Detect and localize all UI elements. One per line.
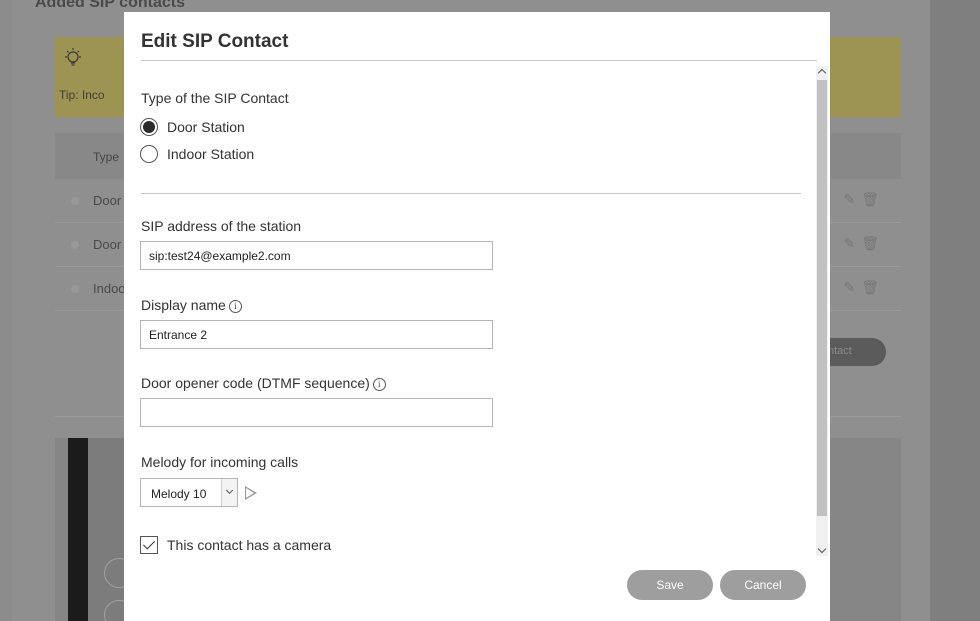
melody-selected-value: Melody 10 bbox=[151, 487, 207, 501]
pencil-icon[interactable]: ✎ bbox=[843, 279, 861, 295]
background-right-strip bbox=[930, 0, 980, 621]
door-opener-label: Door opener code (DTMF sequence) i bbox=[141, 375, 386, 391]
camera-checkbox[interactable] bbox=[140, 536, 158, 554]
camera-checkbox-label: This contact has a camera bbox=[167, 537, 332, 553]
section-divider bbox=[141, 193, 801, 194]
scroll-down-icon[interactable] bbox=[816, 544, 828, 556]
title-divider bbox=[141, 60, 817, 61]
melody-label: Melody for incoming calls bbox=[141, 454, 299, 470]
info-icon[interactable]: i bbox=[372, 377, 386, 391]
display-name-input[interactable] bbox=[140, 320, 493, 349]
display-name-text: Display name bbox=[141, 297, 226, 313]
background-left-strip bbox=[0, 0, 12, 621]
chevron-down-icon[interactable] bbox=[221, 479, 237, 506]
radio-button[interactable] bbox=[140, 118, 158, 136]
lightbulb-icon bbox=[65, 48, 81, 66]
scroll-up-icon[interactable] bbox=[816, 66, 828, 78]
dialog-title: Edit SIP Contact bbox=[141, 31, 289, 52]
radio-label: Indoor Station bbox=[167, 146, 255, 162]
radio-door-station[interactable]: Door Station bbox=[140, 118, 245, 136]
type-column-header: Type bbox=[93, 150, 120, 164]
pencil-icon[interactable]: ✎ bbox=[843, 191, 861, 207]
sip-address-input[interactable] bbox=[140, 241, 493, 270]
device-screen bbox=[88, 438, 128, 621]
dialog-scrollbar[interactable] bbox=[816, 66, 828, 556]
status-dot bbox=[71, 197, 79, 205]
background-section-title: Added SIP contacts bbox=[35, 0, 185, 11]
save-button[interactable]: Save bbox=[627, 570, 713, 600]
row-type-label: Door bbox=[93, 193, 122, 208]
trash-icon[interactable]: 🗑 bbox=[861, 279, 885, 295]
device-frame bbox=[68, 438, 88, 621]
door-opener-text: Door opener code (DTMF sequence) bbox=[141, 375, 370, 391]
radio-button[interactable] bbox=[140, 145, 158, 163]
melody-control: Melody 10 bbox=[140, 478, 257, 507]
contact-type-label: Type of the SIP Contact bbox=[141, 90, 289, 106]
melody-select[interactable]: Melody 10 bbox=[140, 478, 238, 507]
trash-icon[interactable]: 🗑 bbox=[861, 191, 885, 207]
info-icon[interactable]: i bbox=[228, 299, 242, 313]
row-type-label: Indoo bbox=[93, 281, 126, 296]
sip-address-label: SIP address of the station bbox=[141, 218, 302, 234]
edit-sip-contact-dialog: Edit SIP Contact Type of the SIP Contact… bbox=[124, 12, 830, 621]
door-opener-input[interactable] bbox=[140, 398, 493, 427]
status-dot bbox=[71, 285, 79, 293]
cancel-button[interactable]: Cancel bbox=[720, 570, 806, 600]
radio-indoor-station[interactable]: Indoor Station bbox=[140, 145, 254, 163]
play-icon[interactable] bbox=[245, 485, 257, 500]
display-name-label: Display name i bbox=[141, 297, 242, 313]
trash-icon[interactable]: 🗑 bbox=[861, 235, 885, 251]
pencil-icon[interactable]: ✎ bbox=[843, 235, 861, 251]
camera-option[interactable]: This contact has a camera bbox=[140, 536, 331, 554]
scrollbar-thumb[interactable] bbox=[817, 80, 827, 516]
radio-label: Door Station bbox=[167, 119, 245, 135]
status-dot bbox=[71, 241, 79, 249]
row-type-label: Door bbox=[93, 237, 122, 252]
tip-text: Tip: Inco bbox=[59, 88, 105, 102]
